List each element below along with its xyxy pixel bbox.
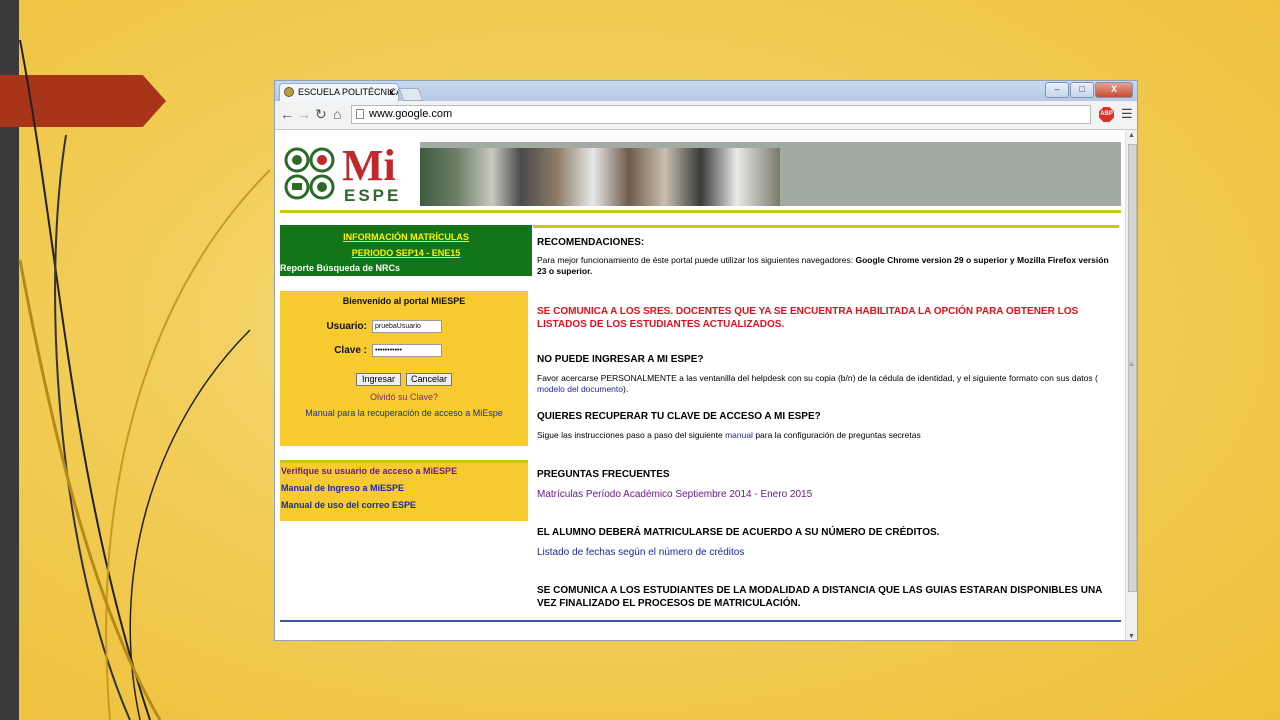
window-controls: – □ X [1045,82,1133,98]
page-icon [356,109,364,119]
home-icon[interactable]: ⌂ [333,106,341,122]
forward-arrow-icon[interactable]: → [297,106,311,122]
recovery-manual-link[interactable]: Manual para la recuperación de acceso a … [280,408,528,418]
credits-heading: EL ALUMNO DEBERÁ MATRICULARSE DE ACUERDO… [537,527,940,538]
tab-close-icon[interactable]: x [389,84,394,101]
scroll-grip-icon: ≡ [1129,360,1134,369]
ingreso-manual-link[interactable]: Manual de Ingreso a MiESPE [280,480,528,497]
username-label: Usuario: [326,321,367,332]
recover-text: Sigue las instrucciones paso a paso del … [537,430,1117,441]
login-panel: Bienvenido al portal MiESPE Usuario: pru… [280,291,528,446]
vertical-scrollbar[interactable]: ▲ ≡ ▼ [1125,130,1137,640]
minimize-button[interactable]: – [1045,82,1069,98]
logo-espe-text: ESPE [344,186,402,205]
maximize-button[interactable]: □ [1070,82,1094,98]
logo-mi-text: Mi [342,141,396,190]
docentes-notice: SE COMUNICA A LOS SRES. DOCENTES QUE YA … [537,306,1079,330]
document-model-link[interactable]: modelo del documento [537,384,623,394]
chrome-menu-icon[interactable]: ☰ [1121,107,1133,121]
address-url: www.google.com [369,108,453,120]
browser-tab[interactable]: ESCUELA POLITÉCNICA D x [279,83,399,101]
faq-matriculas-link[interactable]: Matrículas Período Académico Septiembre … [537,488,1117,501]
tab-title: ESCUELA POLITÉCNICA D [298,87,399,97]
logo-circles-icon [284,147,335,200]
info-matriculas-link[interactable]: INFORMACIÓN MATRÍCULAS [280,225,532,245]
no-login-heading: NO PUEDE INGRESAR A MI ESPE? [537,354,704,365]
browser-titlebar: ESCUELA POLITÉCNICA D x – □ X [275,81,1137,101]
recommendations-text: Para mejor funcionamiento de éste portal… [537,255,1117,277]
recommendations-heading: RECOMENDACIONES: [537,237,645,248]
recover-text-plain: Sigue las instrucciones paso a paso del … [537,430,726,440]
left-sidebar: INFORMACIÓN MATRÍCULAS PERIODO SEP14 - E… [280,225,532,521]
ingresar-button[interactable]: Ingresar [356,373,401,386]
periodo-link[interactable]: PERIODO SEP14 - ENE15 [280,245,532,261]
scroll-down-icon[interactable]: ▼ [1128,633,1135,640]
sidebar-links-panel: Verifique su usuario de acceso a MiESPE … [280,460,528,521]
recover-heading: QUIERES RECUPERAR TU CLAVE DE ACCESO A M… [537,411,821,422]
close-window-button[interactable]: X [1095,82,1133,98]
password-input[interactable]: ••••••••••• [372,344,442,357]
new-tab-button[interactable] [398,88,424,101]
info-box: INFORMACIÓN MATRÍCULAS PERIODO SEP14 - E… [280,225,532,276]
credits-dates-link[interactable]: Listado de fechas según el número de cré… [537,546,1117,559]
content-divider [533,225,1119,228]
verify-user-link[interactable]: Verifique su usuario de acceso a MiESPE [280,463,528,480]
forgot-password-link[interactable]: Olvidó su Clave? [280,392,528,402]
email-manual-link[interactable]: Manual de uso del correo ESPE [280,497,528,514]
scroll-up-icon[interactable]: ▲ [1128,132,1135,139]
cancelar-button[interactable]: Cancelar [406,373,452,386]
no-login-text: Favor acercarse PERSONALMENTE a las vent… [537,373,1117,395]
no-login-text-end: ). [623,384,629,394]
miespe-logo: Mi ESPE [280,142,420,206]
no-login-text-plain: Favor acercarse PERSONALMENTE a las vent… [537,373,1098,383]
reload-icon[interactable]: ↻ [315,106,327,122]
browser-toolbar: ← → ↻ ⌂ www.google.com ABP ☰ [275,101,1137,130]
espe-favicon-icon [284,87,294,97]
miespe-banner: Mi ESPE [280,142,1121,206]
recommendations-text-plain: Para mejor funcionamiento de éste portal… [537,255,856,265]
login-title: Bienvenido al portal MiESPE [342,296,466,306]
banner-photo-strip [420,148,780,206]
username-input[interactable]: pruebaUsuario [372,320,442,333]
header-divider [280,210,1121,213]
adblock-icon[interactable]: ABP [1099,107,1114,122]
page-viewport: Mi ESPE INFORMACIÓN MATRÍCULAS PERIODO S… [275,130,1125,640]
browser-window: ESCUELA POLITÉCNICA D x – □ X ← → ↻ ⌂ ww… [274,80,1138,641]
distance-notice: SE COMUNICA A LOS ESTUDIANTES DE LA MODA… [537,585,1103,609]
recover-manual-link[interactable]: manual [725,430,753,440]
back-arrow-icon[interactable]: ← [280,106,294,122]
faq-heading: PREGUNTAS FRECUENTES [537,469,670,480]
footer-divider [280,620,1121,622]
address-bar[interactable]: www.google.com [351,105,1091,124]
password-label: Clave : [334,345,367,356]
slide-swirl-decoration [18,39,271,720]
recover-text-end: para la configuración de preguntas secre… [752,430,921,440]
nrc-report-link[interactable]: Reporte Búsqueda de NRCs [280,262,400,274]
